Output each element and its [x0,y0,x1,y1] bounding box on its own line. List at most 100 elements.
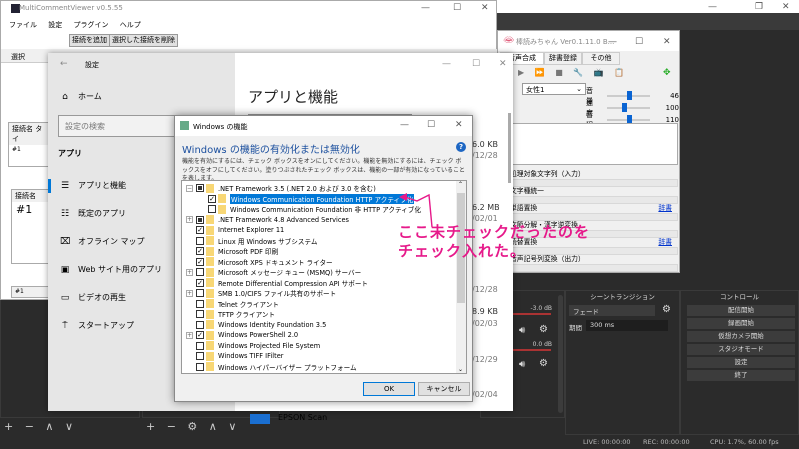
back-arrow-icon[interactable]: ← [60,59,68,69]
feature-row[interactable]: +✓Windows プロセス アクティブ化サービス [182,372,343,374]
feature-checkbox[interactable] [196,215,204,224]
text-input[interactable] [510,123,678,165]
feature-row[interactable]: Windows Identity Foundation 3.5 [182,320,326,331]
maximize-icon[interactable]: ☐ [635,37,643,47]
minimize-icon[interactable]: — [708,2,717,12]
feature-row[interactable]: − .NET Framework 3.5 (.NET 2.0 および 3.0 を含… [182,183,376,194]
close-icon[interactable]: ✕ [663,37,671,47]
nav-home[interactable]: ⌂ ホーム [60,91,102,102]
gear-icon[interactable]: ⚙ [539,358,548,369]
feature-row[interactable]: ✓ Microsoft PDF 印刷 [182,246,278,257]
scenes-toolbar[interactable]: + − ∧ ∨ [4,420,77,433]
feature-checkbox[interactable] [196,310,204,319]
feature-checkbox[interactable] [196,289,204,298]
expand-icon[interactable]: ✥ [663,68,671,78]
feature-row[interactable]: Windows Communication Foundation 非 HTTP … [194,204,421,215]
feature-checkbox[interactable]: ✓ [196,226,204,235]
nav-default-apps[interactable]: ☷ 既定のアプリ [60,208,126,219]
feature-checkbox[interactable] [208,205,216,214]
sources-toolbar[interactable]: + − ⚙ ∧ ∨ [146,420,240,433]
feature-row[interactable]: Linux 用 Windows サブシステム [182,236,317,247]
expand-icon[interactable]: + [186,268,193,276]
menu-file[interactable]: ファイル [9,21,37,29]
expand-icon[interactable]: + [186,216,193,224]
close-icon[interactable]: ✕ [455,120,463,130]
feature-row[interactable]: ✓ Internet Explorer 11 [182,225,284,236]
scrollbar[interactable]: ⌃ ⌄ [456,181,466,373]
minimize-icon[interactable]: — [608,37,617,47]
conn-row[interactable]: #1 [9,145,49,154]
maximize-icon[interactable]: ☐ [427,120,435,130]
close-icon[interactable]: ✕ [481,3,489,13]
feature-row[interactable]: ✓ Windows Communication Foundation HTTP ア… [194,193,415,205]
col-select[interactable]: 選択 [11,53,25,61]
exit-button[interactable]: 終了 [687,370,795,381]
mixer-scrollbar[interactable] [558,295,563,413]
feature-row[interactable]: Windows TIFF IFilter [182,351,283,362]
feature-checkbox[interactable]: ✓ [196,278,204,287]
minimize-icon[interactable]: — [400,120,409,130]
nav-startup[interactable]: ⍑ スタートアップ [60,320,134,331]
speaker-icon[interactable]: 🔊︎ [519,325,525,336]
expand-icon[interactable]: + [186,289,193,297]
feature-checkbox[interactable] [196,341,204,350]
settings-button[interactable]: 設定 [687,357,795,368]
voice-select[interactable]: 女性1 ⌄ [522,83,586,95]
gear-icon[interactable]: ⚙ [539,324,548,335]
feature-row[interactable]: Windows Projected File System [182,341,320,352]
nav-website-apps[interactable]: ▣ Web サイト用のアプリ [60,264,162,275]
nav-apps-features[interactable]: ☰ アプリと機能 [60,180,126,191]
maximize-icon[interactable]: ☐ [453,3,461,13]
feature-row[interactable]: + ✓ Windows PowerShell 2.0 [182,330,298,341]
feature-checkbox[interactable]: ✓ [196,247,204,256]
feature-checkbox[interactable] [196,320,204,329]
app-name[interactable]: EPSON Scan [278,413,327,422]
maximize-icon[interactable]: ☐ [472,59,480,69]
dictionary-link[interactable]: 辞書 [658,236,672,246]
feature-checkbox[interactable] [196,299,204,308]
gear-icon[interactable]: ⚙ [662,304,671,315]
duration-input[interactable]: 300 ms [586,320,668,331]
ok-button[interactable]: OK [363,382,415,396]
feature-row[interactable]: ✓ Microsoft XPS ドキュメント ライター [182,257,333,268]
tab-dictionary[interactable]: 辞書登録 [544,52,582,65]
remove-connection-button[interactable]: 選択した接続を削除 [109,34,178,47]
menu-plugin[interactable]: プラグイン [73,21,108,29]
start-virtual-camera-button[interactable]: 仮想カメラ開始 [687,331,795,342]
feature-checkbox[interactable]: ✓ [196,373,204,374]
restore-icon[interactable]: ❐ [755,2,763,12]
feature-checkbox[interactable]: ✓ [208,194,216,203]
menu-help[interactable]: ヘルプ [120,21,141,29]
close-icon[interactable]: ✕ [782,2,790,12]
start-streaming-button[interactable]: 配信開始 [687,305,795,316]
cancel-button[interactable]: キャンセル [418,382,470,396]
collapse-icon[interactable]: − [186,184,193,192]
expand-icon[interactable]: + [186,331,193,339]
feature-checkbox[interactable] [196,184,204,193]
speaker-icon[interactable]: 🔊︎ [519,359,525,370]
playback-toolbar[interactable]: ▶ ⏩ ■ 🔧 📺 📋 [518,68,628,77]
feature-row[interactable]: + .NET Framework 4.8 Advanced Services [182,215,349,226]
scrollbar[interactable] [508,113,511,183]
close-icon[interactable]: ✕ [499,59,507,69]
nav-video-playback[interactable]: ▭ ビデオの再生 [60,292,126,303]
feature-row[interactable]: TFTP クライアント [182,309,275,320]
nav-offline-maps[interactable]: ⌧ オフライン マップ [60,236,145,247]
feature-checkbox[interactable] [196,352,204,361]
feature-row[interactable]: + Microsoft メッセージ キュー (MSMQ) サーバー [182,267,361,278]
start-recording-button[interactable]: 録画開始 [687,318,795,329]
feature-checkbox[interactable] [196,268,204,277]
feature-checkbox[interactable] [196,236,204,245]
help-icon[interactable]: ? [456,142,466,152]
feature-checkbox[interactable]: ✓ [196,257,204,266]
feature-row[interactable]: Windows ハイパーバイザー プラットフォーム [182,362,357,373]
tab-other[interactable]: その他 [582,52,620,65]
feature-row[interactable]: + SMB 1.0/CIFS ファイル共有のサポート [182,288,336,299]
add-connection-button[interactable]: 接続を追加 [69,34,110,47]
feature-row[interactable]: Telnet クライアント [182,299,279,310]
dictionary-link[interactable]: 辞書 [658,202,672,212]
feature-row[interactable]: ✓ Remote Differential Compression API サポー… [182,278,368,289]
minimize-icon[interactable]: — [442,59,451,69]
menu-settings[interactable]: 設定 [48,21,62,29]
feature-checkbox[interactable]: ✓ [196,331,204,340]
